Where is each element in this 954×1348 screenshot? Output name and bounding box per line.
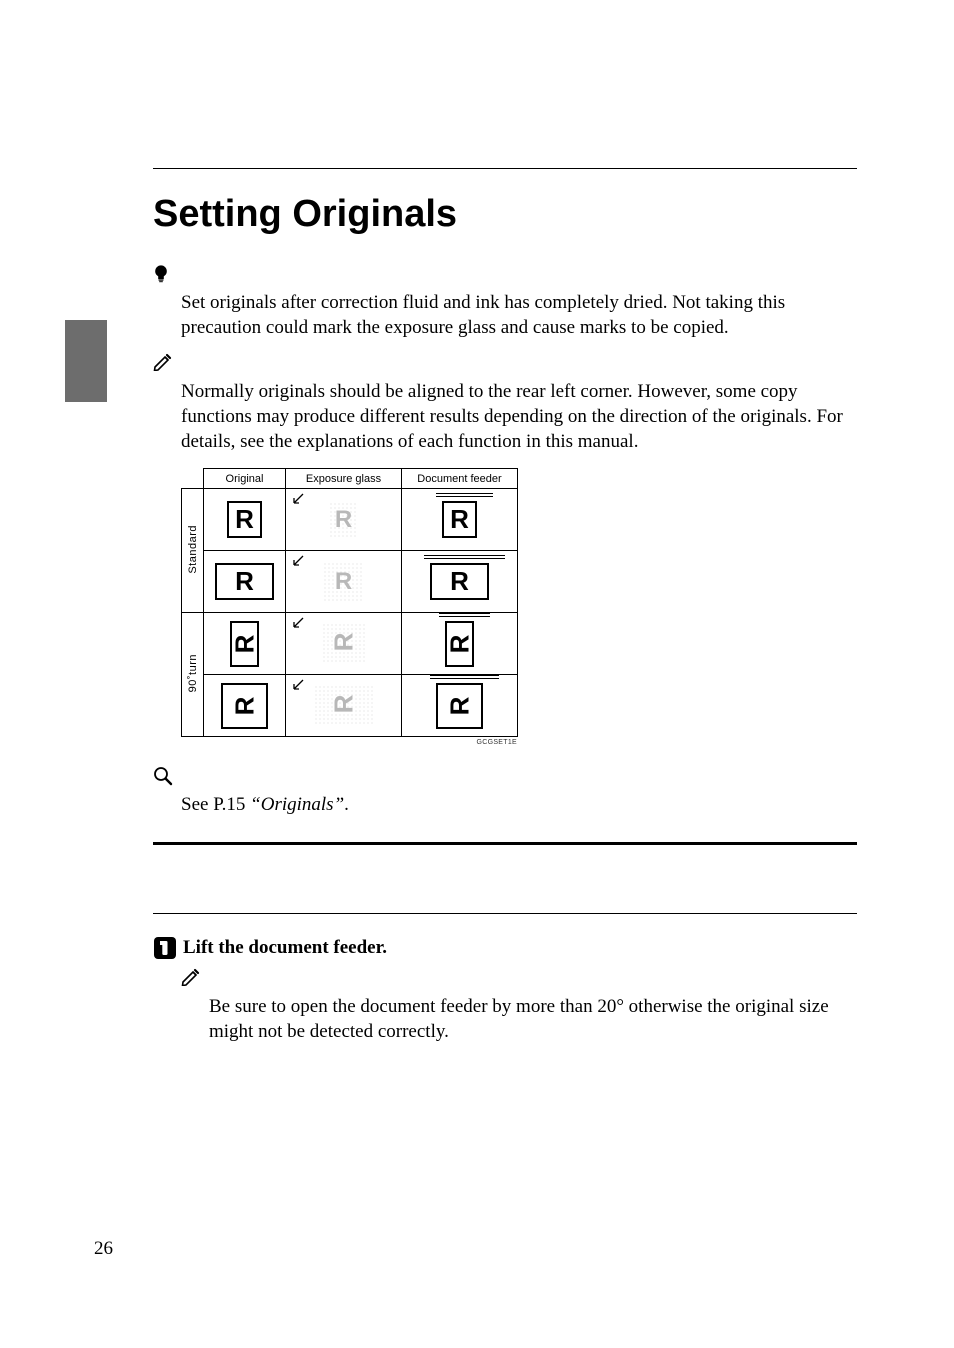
limitation-text: Set originals after correction fluid and…: [181, 290, 857, 341]
page-title: Setting Originals: [153, 193, 857, 236]
dia-90-glass-landscape: R: [286, 675, 402, 737]
pencil-icon: [181, 968, 201, 992]
limitation-block: Set originals after correction fluid and…: [153, 264, 857, 341]
step-note-text: Be sure to open the document feeder by m…: [209, 994, 857, 1045]
dia-90-feeder-portrait: R: [402, 613, 518, 675]
lightbulb-icon: [153, 264, 169, 290]
section-rule-thick: [153, 842, 857, 845]
dia-90-original-portrait: R: [204, 613, 286, 675]
section-rule-thin: [153, 913, 857, 914]
magnifier-icon: [153, 766, 173, 792]
step-1-badge-icon: [153, 936, 177, 960]
dia-90-feeder-landscape: R: [402, 675, 518, 737]
reference-tail: .: [344, 794, 349, 815]
step-1: Lift the document feeder.: [153, 936, 857, 960]
step-note-block: Be sure to open the document feeder by m…: [181, 968, 857, 1045]
reference-text: See P.15 “Originals”.: [181, 792, 857, 817]
dia-standard-feeder-portrait: R: [402, 489, 518, 551]
dia-90-glass-portrait: R: [286, 613, 402, 675]
dia-hdr-original: Original: [204, 469, 286, 489]
note-block-1: Normally originals should be aligned to …: [153, 353, 857, 455]
dia-standard-original-portrait: R: [204, 489, 286, 551]
reference-see: See: [181, 794, 213, 815]
page-number: 26: [94, 1238, 113, 1260]
orientation-diagram: Original Exposure glass Document feeder …: [181, 468, 857, 737]
reference-title: “Originals”: [250, 794, 344, 815]
pencil-icon: [153, 353, 173, 377]
dia-hdr-glass: Exposure glass: [286, 469, 402, 489]
dia-row-90turn: 90˚turn: [182, 613, 204, 737]
reference-page: P.15: [213, 794, 250, 815]
dia-standard-glass-landscape: R: [286, 551, 402, 613]
page-content: Setting Originals Set originals after co…: [0, 0, 954, 1348]
dia-standard-original-landscape: R: [204, 551, 286, 613]
note-1-text: Normally originals should be aligned to …: [181, 379, 857, 455]
reference-block: See P.15 “Originals”.: [153, 766, 857, 817]
dia-hdr-feeder: Document feeder: [402, 469, 518, 489]
step-1-text: Lift the document feeder.: [183, 937, 387, 959]
dia-row-standard: Standard: [182, 489, 204, 613]
dia-90-original-landscape: R: [204, 675, 286, 737]
top-rule: [153, 168, 857, 169]
dia-standard-glass-portrait: R: [286, 489, 402, 551]
dia-standard-feeder-landscape: R: [402, 551, 518, 613]
diagram-code: GCGSET1E: [181, 739, 517, 746]
